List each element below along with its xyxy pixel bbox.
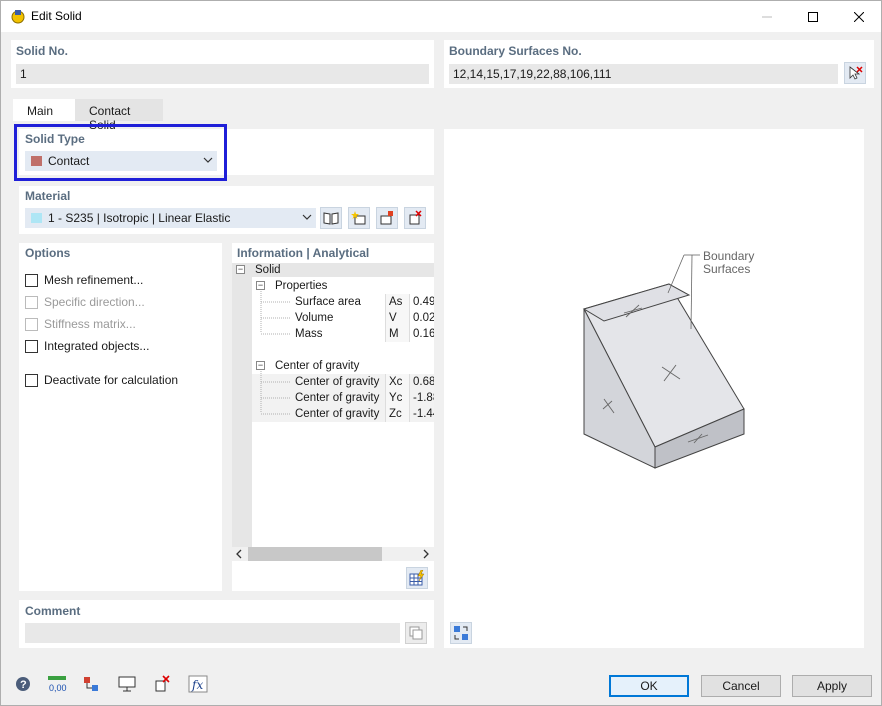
table-lightning-icon: [409, 570, 425, 586]
checkbox-box: [25, 373, 38, 387]
preview-view-button[interactable]: [450, 622, 472, 644]
solid-type-highlight: [14, 124, 227, 181]
boundary-label: Boundary Surfaces No.: [449, 44, 582, 58]
rotate-view-icon: [454, 626, 468, 640]
delete-material-icon: [409, 210, 422, 225]
minimize-button[interactable]: [744, 1, 790, 32]
checkbox-label: Deactivate for calculation: [44, 373, 179, 387]
comment-copy-button[interactable]: [405, 622, 427, 644]
solid-no-label: Solid No.: [16, 44, 68, 58]
delete-objects-button[interactable]: [150, 673, 174, 695]
checkbox-label: Mesh refinement...: [44, 273, 144, 287]
material-dropdown[interactable]: 1 - S235 | Isotropic | Linear Elastic: [25, 208, 316, 228]
title-bar: Edit Solid: [1, 1, 881, 32]
checkbox-label: Stiffness matrix...: [44, 317, 136, 331]
ok-button[interactable]: OK: [609, 675, 689, 697]
model-tree-button[interactable]: [79, 673, 103, 695]
function-icon: fx: [188, 675, 208, 693]
edit-material-icon: [380, 211, 393, 225]
info-tree[interactable]: − Solid − Properties Surface area As 0.4…: [232, 263, 434, 547]
tree-horizontal-scrollbar[interactable]: [232, 547, 434, 561]
checkbox-box: [25, 295, 38, 309]
help-icon: ?: [16, 677, 30, 691]
close-icon: [854, 11, 864, 22]
edit-material-button[interactable]: [376, 207, 398, 229]
pick-surfaces-button[interactable]: [844, 62, 866, 84]
material-label: Material: [25, 189, 71, 203]
apply-button[interactable]: Apply: [792, 675, 872, 697]
deactivate-calculation-checkbox[interactable]: Deactivate for calculation: [25, 372, 178, 388]
scroll-thumb[interactable]: [248, 547, 382, 561]
integrated-objects-checkbox[interactable]: Integrated objects...: [25, 338, 149, 354]
solid-no-field[interactable]: 1: [16, 64, 429, 84]
units-button[interactable]: 0,00: [45, 673, 69, 695]
decimal-units-icon: 0,00: [48, 676, 67, 693]
material-swatch: [31, 213, 42, 223]
scroll-right-icon[interactable]: [422, 549, 430, 559]
minimize-icon: [762, 16, 772, 17]
tree-guides: [260, 291, 290, 415]
hierarchy-icon: [84, 677, 98, 691]
comment-field[interactable]: [25, 623, 400, 643]
checkbox-label: Integrated objects...: [44, 339, 150, 353]
close-button[interactable]: [836, 1, 882, 32]
svg-text:?: ?: [20, 679, 27, 691]
options-label: Options: [25, 246, 71, 260]
checkbox-box: [25, 317, 38, 331]
info-table-button[interactable]: [406, 567, 428, 589]
window-title: Edit Solid: [31, 9, 82, 23]
copy-icon: [409, 626, 423, 640]
delete-material-button[interactable]: [404, 207, 426, 229]
cancel-button[interactable]: Cancel: [701, 675, 781, 697]
material-library-button[interactable]: [320, 207, 342, 229]
tab-main[interactable]: Main: [13, 99, 75, 121]
preview-annotation-line2: Surfaces: [703, 262, 750, 276]
material-value: 1 - S235 | Isotropic | Linear Elastic: [48, 211, 231, 225]
display-button[interactable]: [115, 673, 139, 695]
info-label: Information | Analytical: [237, 246, 370, 260]
maximize-icon: [808, 11, 818, 22]
new-material-button[interactable]: [348, 207, 370, 229]
app-icon: [11, 10, 25, 24]
chevron-down-icon: [302, 214, 312, 220]
tab-contact-solid[interactable]: Contact Solid: [75, 99, 163, 132]
checkbox-label: Specific direction...: [44, 295, 145, 309]
monitor-icon: [118, 676, 136, 692]
pick-cursor-icon: [849, 66, 863, 80]
specific-direction-checkbox: Specific direction...: [25, 294, 145, 310]
preview-annotation-line1: Boundary: [703, 249, 754, 263]
help-button[interactable]: ?: [11, 673, 35, 695]
comment-label: Comment: [25, 604, 81, 618]
checkbox-box: [25, 339, 38, 353]
scroll-left-icon[interactable]: [235, 549, 243, 559]
formula-button[interactable]: fx: [186, 673, 210, 695]
boundary-field[interactable]: 12,14,15,17,19,22,88,106,111: [449, 64, 838, 84]
svg-text:0,00: 0,00: [49, 683, 67, 693]
maximize-button[interactable]: [790, 1, 836, 32]
stiffness-matrix-checkbox: Stiffness matrix...: [25, 316, 136, 332]
svg-text:fx: fx: [191, 678, 203, 692]
solid-preview-graphic: Boundary Surfaces: [582, 249, 754, 469]
new-material-icon: [351, 211, 366, 225]
edit-solid-dialog: Edit Solid Solid No. 1 Boundary Surfaces…: [0, 0, 882, 706]
book-icon: [323, 212, 339, 225]
delete-objects-icon: [155, 675, 170, 692]
mesh-refinement-checkbox[interactable]: Mesh refinement...: [25, 272, 143, 288]
checkbox-box: [25, 273, 38, 287]
